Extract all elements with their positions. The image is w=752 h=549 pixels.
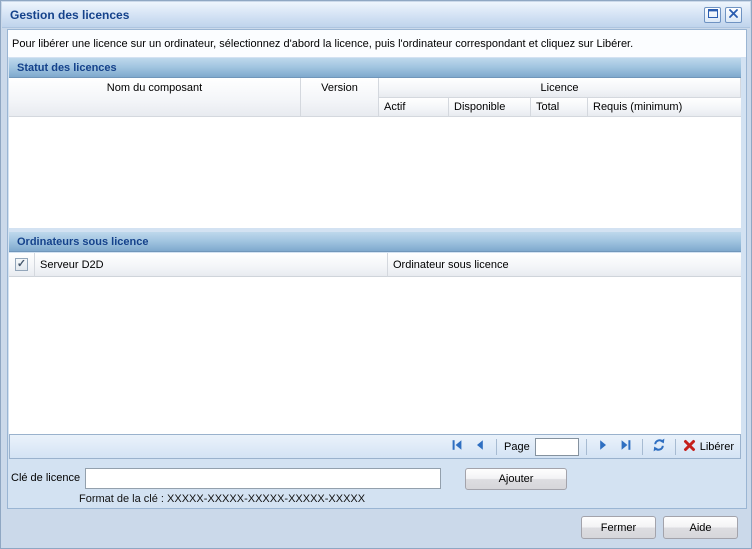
release-x-icon <box>683 439 696 455</box>
window-title: Gestion des licences <box>10 7 130 22</box>
release-label: Libérer <box>699 440 734 453</box>
toolbar-separator <box>674 438 676 455</box>
page-label: Page <box>504 440 530 453</box>
licensed-machines-grid-header: ✓ Serveur D2D Ordinateur sous licence <box>9 253 741 277</box>
last-page-icon <box>619 438 633 455</box>
column-header-licensed-machine[interactable]: Ordinateur sous licence <box>388 253 741 277</box>
license-management-dialog: Gestion des licences Pour libérer une li… <box>0 0 752 549</box>
first-page-button[interactable] <box>448 438 466 456</box>
license-status-grid-header: Nom du composant Version Licence Actif D… <box>9 78 741 117</box>
column-header-available[interactable]: Disponible <box>449 98 531 117</box>
help-button[interactable]: Aide <box>663 516 738 539</box>
section-header-licensed-machines: Ordinateurs sous licence <box>9 232 741 252</box>
section-header-license-status: Statut des licences <box>9 58 741 78</box>
refresh-button[interactable] <box>650 438 668 456</box>
first-page-icon <box>450 438 464 455</box>
release-license-button[interactable]: Libérer <box>683 439 734 455</box>
refresh-icon <box>651 437 667 456</box>
column-header-total[interactable]: Total <box>531 98 588 117</box>
license-key-input[interactable] <box>85 468 441 489</box>
page-number-input[interactable] <box>534 437 579 456</box>
column-header-d2d-server[interactable]: Serveur D2D <box>35 253 388 277</box>
titlebar: Gestion des licences <box>2 2 750 28</box>
column-header-version[interactable]: Version <box>301 78 379 117</box>
column-header-active[interactable]: Actif <box>379 98 449 117</box>
restore-icon <box>707 8 718 21</box>
license-key-label: Clé de licence <box>11 472 81 484</box>
window-controls <box>704 6 742 23</box>
column-header-license-group: Licence <box>379 78 741 98</box>
license-key-format-hint: Format de la clé : XXXXX-XXXXX-XXXXX-XXX… <box>79 493 366 505</box>
toolbar-separator <box>641 438 643 455</box>
close-icon <box>729 8 738 21</box>
add-license-button[interactable]: Ajouter <box>465 468 567 490</box>
licensed-machines-grid-body <box>9 277 741 434</box>
select-all-cell: ✓ <box>9 253 35 277</box>
toolbar-separator <box>496 438 498 455</box>
close-button[interactable] <box>725 6 742 23</box>
paging-toolbar: Page Libérer <box>9 434 741 459</box>
last-page-button[interactable] <box>617 438 635 456</box>
next-page-icon <box>596 438 610 455</box>
next-page-button[interactable] <box>594 438 612 456</box>
instruction-text: Pour libérer une licence sur un ordinate… <box>8 30 746 57</box>
license-status-grid-body <box>9 117 741 228</box>
restore-button[interactable] <box>704 6 721 23</box>
select-all-checkbox[interactable]: ✓ <box>15 258 28 271</box>
close-dialog-button[interactable]: Fermer <box>581 516 656 539</box>
toolbar-separator <box>585 438 587 455</box>
prev-page-icon <box>473 438 487 455</box>
prev-page-button[interactable] <box>471 438 489 456</box>
column-header-required[interactable]: Requis (minimum) <box>588 98 741 117</box>
column-header-component[interactable]: Nom du composant <box>9 78 301 117</box>
